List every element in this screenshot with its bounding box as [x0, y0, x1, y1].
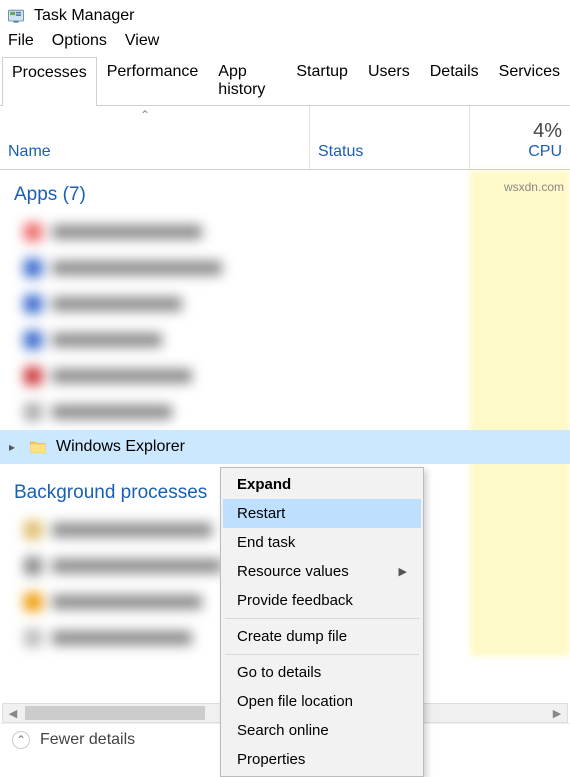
tab-startup[interactable]: Startup	[286, 56, 358, 105]
collapse-chevron-icon[interactable]: ⌃	[12, 731, 30, 749]
list-item[interactable]	[0, 358, 570, 394]
menu-view[interactable]: View	[125, 32, 159, 50]
tab-processes[interactable]: Processes	[2, 57, 97, 106]
process-name-label: Windows Explorer	[56, 438, 185, 456]
column-header-name[interactable]: Name ⌃	[0, 106, 310, 169]
tab-performance[interactable]: Performance	[97, 56, 209, 105]
list-item-selected[interactable]: ▸ Windows Explorer	[0, 430, 570, 464]
ctx-search-online[interactable]: Search online	[223, 716, 421, 745]
scroll-left-button[interactable]: ◀	[3, 704, 23, 722]
watermark-text: wsxdn.com	[504, 180, 564, 194]
list-item[interactable]	[0, 250, 570, 286]
menu-options[interactable]: Options	[52, 32, 107, 50]
menu-bar: File Options View	[0, 30, 570, 56]
window-title: Task Manager	[34, 7, 135, 25]
ctx-resource-values-label: Resource values	[237, 563, 349, 580]
expand-chevron-icon[interactable]: ▸	[4, 440, 20, 454]
ctx-separator	[225, 618, 419, 619]
ctx-provide-feedback[interactable]: Provide feedback	[223, 586, 421, 615]
ctx-go-to-details[interactable]: Go to details	[223, 658, 421, 687]
ctx-end-task[interactable]: End task	[223, 528, 421, 557]
context-menu: Expand Restart End task Resource values …	[220, 467, 424, 777]
ctx-create-dump[interactable]: Create dump file	[223, 622, 421, 651]
sort-indicator-icon: ⌃	[140, 108, 150, 122]
list-item[interactable]	[0, 214, 570, 250]
group-apps-header[interactable]: Apps (7)	[0, 170, 570, 214]
ctx-restart[interactable]: Restart	[223, 499, 421, 528]
list-item[interactable]	[0, 286, 570, 322]
ctx-expand[interactable]: Expand	[223, 470, 421, 499]
folder-icon	[28, 437, 48, 457]
ctx-open-file-location[interactable]: Open file location	[223, 687, 421, 716]
column-cpu-label: CPU	[528, 143, 562, 161]
app-icon	[6, 6, 26, 26]
column-header-cpu[interactable]: 4% CPU	[470, 106, 570, 169]
ctx-separator	[225, 654, 419, 655]
ctx-properties[interactable]: Properties	[223, 745, 421, 774]
cpu-percent-value: 4%	[533, 120, 562, 143]
scroll-thumb[interactable]	[25, 706, 205, 720]
column-header-row: Name ⌃ Status 4% CPU	[0, 106, 570, 170]
tab-strip: Processes Performance App history Startu…	[0, 56, 570, 106]
scroll-right-button[interactable]: ▶	[547, 704, 567, 722]
tab-app-history[interactable]: App history	[208, 56, 286, 105]
tab-services[interactable]: Services	[489, 56, 570, 105]
fewer-details-link[interactable]: Fewer details	[40, 731, 135, 749]
menu-file[interactable]: File	[8, 32, 34, 50]
list-item[interactable]	[0, 394, 570, 430]
list-item[interactable]	[0, 322, 570, 358]
column-header-status[interactable]: Status	[310, 106, 470, 169]
submenu-arrow-icon: ▶	[399, 565, 407, 578]
tab-users[interactable]: Users	[358, 56, 420, 105]
ctx-resource-values[interactable]: Resource values ▶	[223, 557, 421, 586]
column-name-label: Name	[8, 143, 51, 161]
title-bar: Task Manager	[0, 0, 570, 30]
column-status-label: Status	[318, 143, 363, 161]
tab-details[interactable]: Details	[420, 56, 489, 105]
